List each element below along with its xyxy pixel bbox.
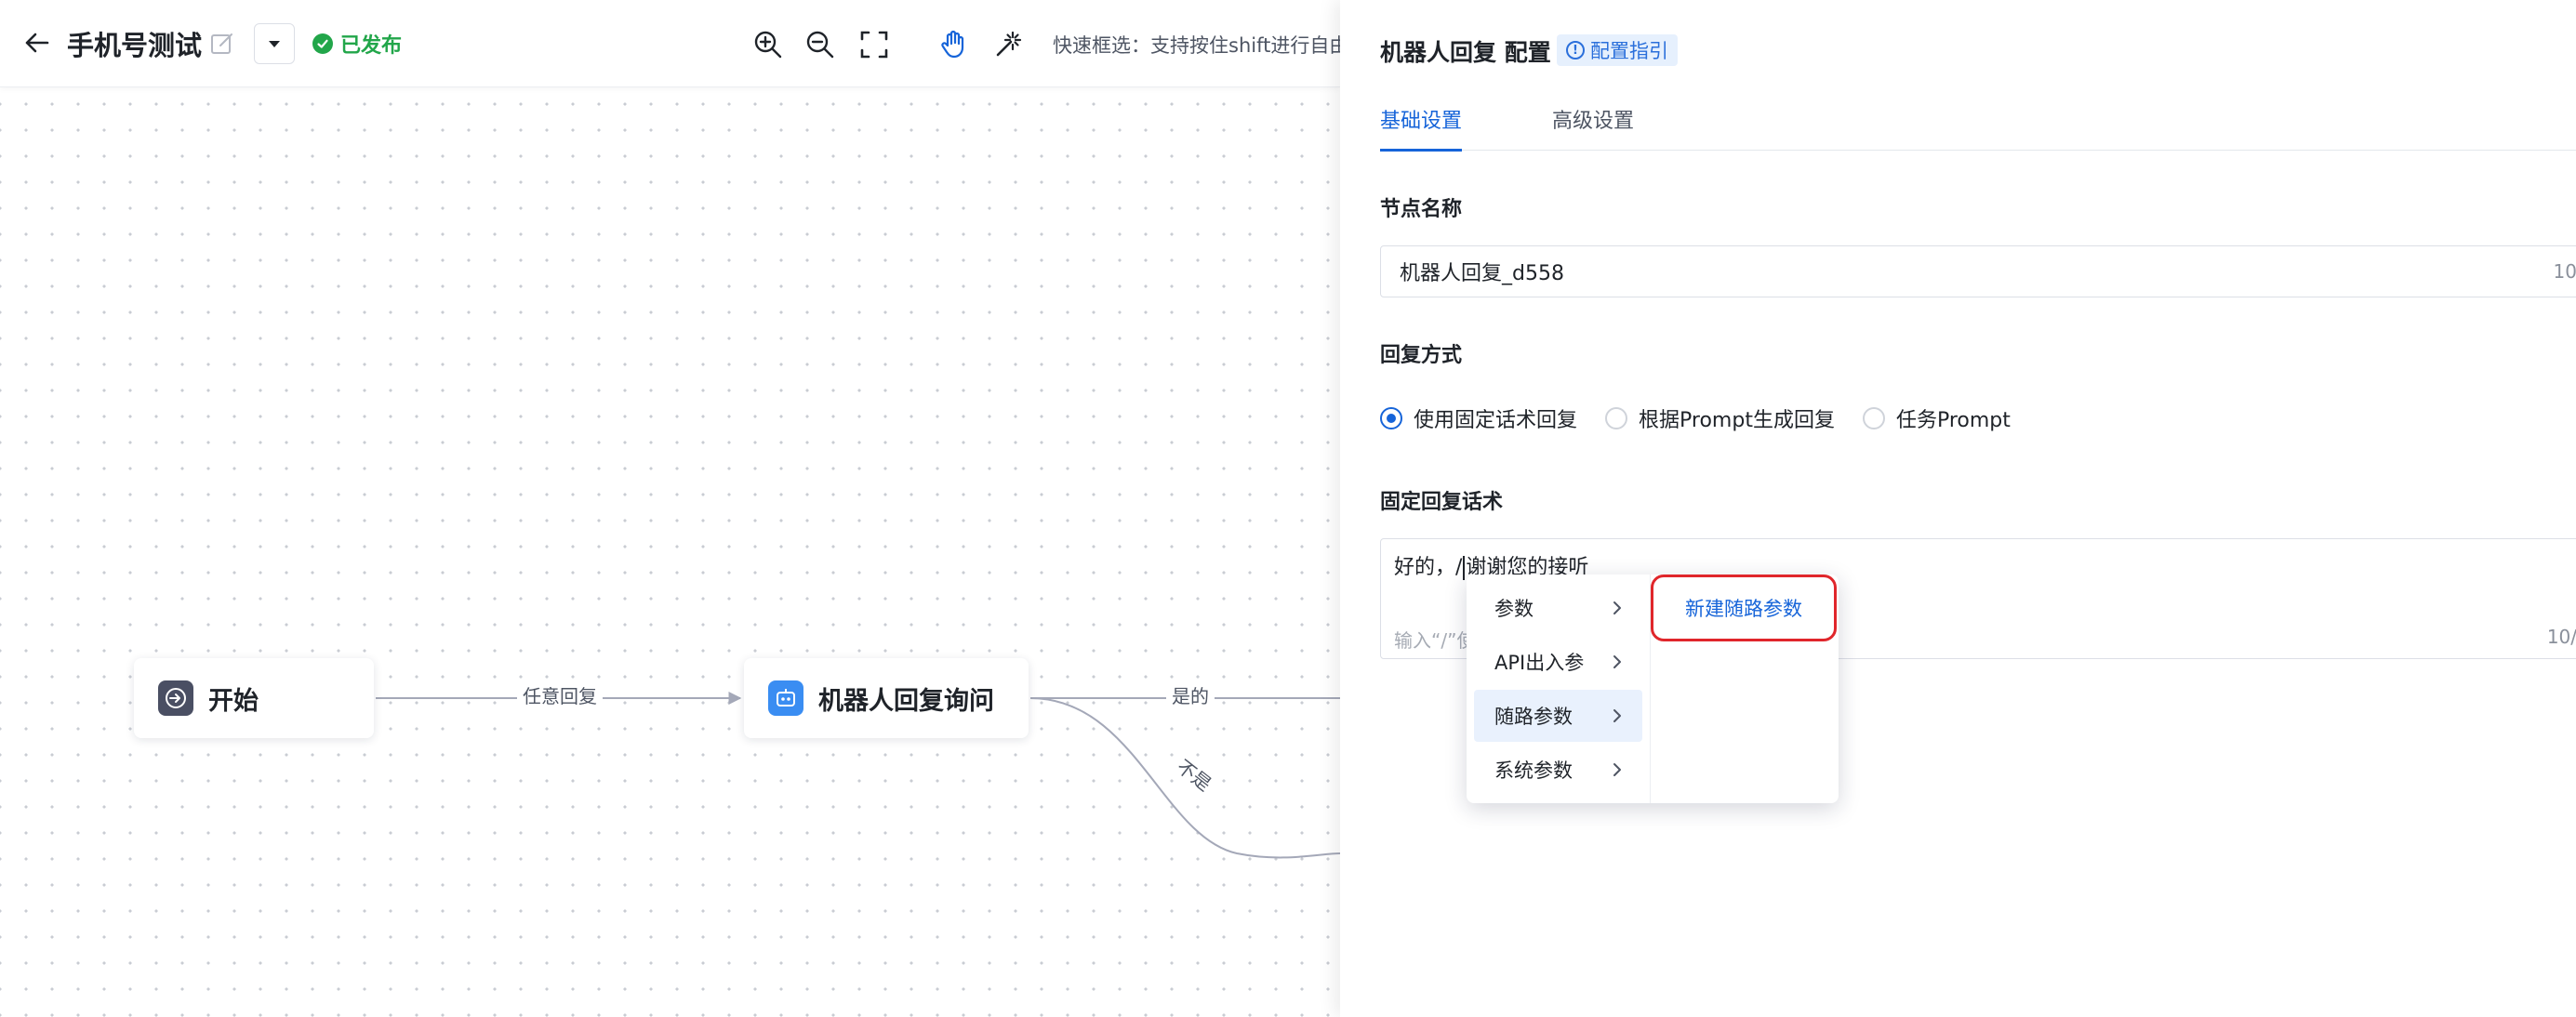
flow-node-robot-reply[interactable]: 机器人回复询问 (744, 658, 1029, 738)
new-route-param-button[interactable]: 新建随路参数 (1651, 575, 1837, 641)
menu-category-list: 参数 API出入参 随路参数 系统参数 (1467, 575, 1651, 803)
node-label: 机器人回复询问 (818, 686, 994, 716)
textarea-hint: 输入“/”使 (1394, 629, 1476, 652)
arrow-left-icon (25, 33, 49, 53)
menu-item-label: 随路参数 (1494, 706, 1573, 728)
zoom-in-icon (754, 31, 782, 59)
caret-down-icon (269, 41, 280, 47)
chevron-right-icon (1613, 601, 1621, 614)
radio-prompt-reply[interactable]: 根据Prompt生成回复 (1605, 403, 1835, 433)
menu-submenu: 新建随路参数 (1651, 575, 1839, 803)
status-text: 已发布 (340, 34, 403, 58)
edge-label-yes: 是的 (1166, 683, 1215, 709)
fixed-reply-label: 固定回复话术 (1380, 491, 1504, 514)
status-badge: 已发布 (312, 28, 402, 59)
zoom-out-icon (806, 31, 834, 59)
text-before-cursor: 好的，/ (1394, 556, 1463, 579)
node-config-panel: 机器人回复 配置 ! 配置指引 基础设置 高级设置 节点名称 机器人回复_d55… (1340, 0, 2576, 1017)
flow-edges (376, 692, 1340, 859)
flow-canvas[interactable]: 任意回复 是的 不是 开始 机器人回复询问 手机号测试 已发布 快速框选：支持按… (0, 0, 1340, 1017)
insert-variable-menu: 参数 API出入参 随路参数 系统参数 新建随路参数 (1467, 575, 1839, 803)
pan-tool-button[interactable] (934, 24, 975, 65)
radio-task-prompt[interactable]: 任务Prompt (1862, 403, 2011, 433)
menu-item-label: API出入参 (1494, 652, 1585, 674)
edit-title-button[interactable] (206, 28, 238, 59)
radio-checked-icon (1380, 407, 1402, 429)
auto-layout-button[interactable] (988, 24, 1029, 65)
char-count: 10 (2553, 260, 2576, 283)
hand-icon (941, 30, 964, 59)
menu-item-system-params[interactable]: 系统参数 (1474, 744, 1642, 796)
menu-item-label: 系统参数 (1494, 759, 1573, 782)
back-button[interactable] (17, 22, 58, 63)
radio-fixed-reply[interactable]: 使用固定话术回复 (1380, 403, 1577, 433)
select-hint-text: 快速框选：支持按住shift进行自由 (1053, 34, 1340, 57)
node-name-label: 节点名称 (1380, 198, 1463, 221)
edit-icon (211, 33, 232, 54)
info-icon: ! (1566, 41, 1585, 59)
menu-item-params[interactable]: 参数 (1474, 582, 1642, 634)
radio-label: 使用固定话术回复 (1414, 409, 1578, 432)
menu-item-label: 参数 (1494, 598, 1534, 620)
zoom-out-button[interactable] (800, 24, 841, 65)
panel-title: 机器人回复 配置 (1380, 39, 1551, 66)
flow-node-start[interactable]: 开始 (134, 658, 374, 738)
enter-icon (158, 680, 193, 716)
node-name-input[interactable]: 机器人回复_d558 10 (1380, 245, 2576, 297)
chevron-right-icon (1613, 655, 1621, 668)
reply-mode-label: 回复方式 (1380, 344, 1463, 367)
fit-view-button[interactable] (854, 24, 895, 65)
node-label: 开始 (208, 686, 259, 716)
chevron-right-icon (1613, 709, 1621, 722)
char-count: 10/ (2546, 626, 2576, 648)
flow-title: 手机号测试 (67, 30, 203, 61)
config-guide-link[interactable]: ! 配置指引 (1557, 34, 1678, 66)
canvas-toolbar: 手机号测试 已发布 快速框选：支持按住shift进行自由 (0, 0, 1340, 87)
zoom-in-button[interactable] (748, 24, 789, 65)
tab-advanced-settings[interactable]: 高级设置 (1552, 99, 1634, 151)
menu-item-api-params[interactable]: API出入参 (1474, 636, 1642, 688)
edge-label-any-reply: 任意回复 (517, 683, 603, 709)
version-dropdown-button[interactable] (254, 23, 295, 64)
check-circle-icon (312, 33, 333, 54)
radio-unchecked-icon (1605, 407, 1628, 429)
radio-unchecked-icon (1862, 407, 1885, 429)
fullscreen-icon (860, 31, 888, 59)
radio-label: 任务Prompt (1895, 409, 2011, 432)
config-tabs: 基础设置 高级设置 (1380, 99, 2576, 152)
config-guide-label: 配置指引 (1590, 40, 1668, 62)
chevron-right-icon (1613, 763, 1621, 776)
magic-wand-icon (996, 31, 1022, 57)
tab-basic-settings[interactable]: 基础设置 (1380, 99, 1463, 152)
node-name-value: 机器人回复_d558 (1400, 262, 1564, 285)
reply-mode-radio-group: 使用固定话术回复 根据Prompt生成回复 任务Prompt (1380, 403, 2011, 433)
menu-item-route-params[interactable]: 随路参数 (1474, 690, 1642, 742)
robot-icon (768, 680, 803, 716)
radio-label: 根据Prompt生成回复 (1639, 409, 1835, 432)
